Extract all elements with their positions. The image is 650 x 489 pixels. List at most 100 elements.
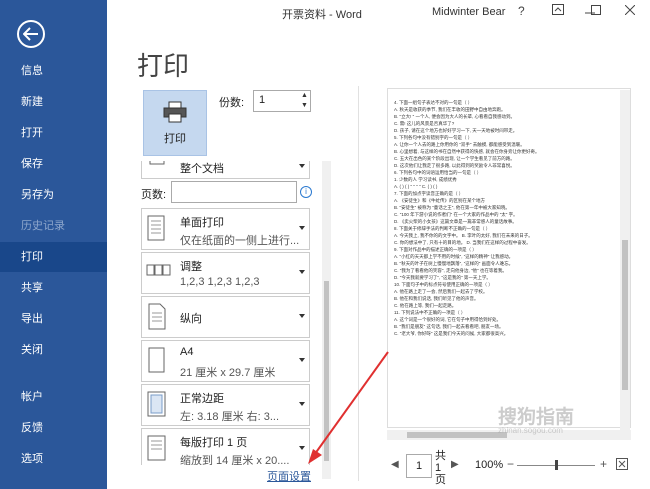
spin-up-icon[interactable]: ▲ <box>299 91 310 101</box>
sides-subtitle: 仅在纸面的一侧上进行... <box>180 235 300 247</box>
nav-item-account[interactable]: 帐户 <box>0 382 107 412</box>
preview-line: D. 这次他们让我走了很多路, 以此得到的奖励令人非常喜悦。 <box>394 163 515 168</box>
prev-page-icon[interactable]: ◀ <box>391 459 399 470</box>
margins-subtitle: 左: 3.18 厘米 右: 3... <box>180 411 280 423</box>
page-title: 打印 <box>137 52 190 82</box>
preview-line: A. ( ) ( ) " " " " C. ( ) ( ) <box>394 184 438 189</box>
zoom-in-icon[interactable]: + <box>600 457 607 471</box>
preview-line: 1. 少数的人 学习读书, 成绩优秀 <box>394 177 457 182</box>
nav-item-options[interactable]: 选项 <box>0 444 107 474</box>
margins-title: 正常边距 <box>180 393 224 405</box>
zoom-level[interactable]: 100% <box>475 459 503 471</box>
collate-title: 调整 <box>180 261 202 273</box>
chevron-down-icon <box>299 402 305 406</box>
pages-label: 页数: <box>141 189 167 201</box>
document-pages-icon <box>146 161 168 182</box>
nav-item-close[interactable]: 关闭 <box>0 335 107 365</box>
print-range-value: 整个文档 <box>180 163 224 175</box>
paper-size-subtitle: 21 厘米 x 29.7 厘米 <box>180 367 276 379</box>
paper-size-dropdown[interactable]: A4 21 厘米 x 29.7 厘米 <box>141 340 310 382</box>
nav-item-save[interactable]: 保存 <box>0 149 107 179</box>
preview-line: D. "今天我就要学习了", "这是我的" 第一天上学。 <box>394 275 491 280</box>
sides-dropdown[interactable]: 单面打印 仅在纸面的一侧上进行... <box>141 208 310 250</box>
paper-size-icon <box>146 347 168 375</box>
back-arrow-icon[interactable] <box>17 20 45 48</box>
nav-item-export[interactable]: 导出 <box>0 304 107 334</box>
paper-size-title: A4 <box>180 346 194 358</box>
page-navigation: ◀ 1 共 1 页 ▶ 100% − + <box>389 450 649 486</box>
print-range-dropdown[interactable]: 整个文档 <box>141 161 310 179</box>
ribbon-display-icon[interactable] <box>552 4 564 18</box>
chevron-down-icon <box>299 270 305 274</box>
preview-hscrollbar-thumb[interactable] <box>407 432 507 438</box>
print-settings-list: 整个文档 单面打印 仅在纸面的一侧上进行... 调整 1,2,3 1,2,3 1… <box>141 161 321 465</box>
zoom-out-icon[interactable]: − <box>507 457 514 471</box>
nav-item-feedback[interactable]: 反馈 <box>0 413 107 443</box>
zoom-slider-thumb[interactable] <box>555 460 558 470</box>
copies-spinner[interactable]: ▲ ▼ <box>299 91 310 111</box>
chevron-down-icon <box>299 358 305 362</box>
chevron-down-icon <box>299 314 305 318</box>
pages-per-sheet-dropdown[interactable]: 每版打印 1 页 缩放到 14 厘米 x 20.... <box>141 428 310 465</box>
preview-text: 4. 下面一组句子表达不对的一句是（ ） A. 秋天是收获的季节, 我们在丰收的田… <box>388 89 630 337</box>
watermark-url: zhinan.sogou.com <box>498 426 563 435</box>
nav-item-print[interactable]: 打印 <box>0 242 107 272</box>
preview-line: C. 需! 这儿的风景是否真华了? <box>394 121 455 126</box>
spin-down-icon[interactable]: ▼ <box>299 101 310 111</box>
preview-line: 5. 下列各句中没有错别字的一句是（ ） <box>394 135 473 140</box>
preview-line: A. 秋天是收获的季节, 我们在丰收的田野中自由地奔跑。 <box>394 107 506 112</box>
nav-item-share[interactable]: 共享 <box>0 273 107 303</box>
preview-line: A. 他在路上走了一会, 然后我们一起去了学校。 <box>394 289 488 294</box>
preview-line: 11. 下列说法中不正确的一项是（ ） <box>394 310 466 315</box>
preview-line: B. "秋天的叶子在树上慢慢地飘落", "这样的" 画面令人难忘。 <box>394 261 514 266</box>
collate-dropdown[interactable]: 调整 1,2,3 1,2,3 1,2,3 <box>141 252 310 294</box>
user-name[interactable]: Midwinter Bear <box>432 6 505 18</box>
print-button-label: 打印 <box>164 132 186 145</box>
preview-line: B. 心里想着, 与这样的书在自然中获得的快感, 就会在你身旁让你更好奇。 <box>394 149 540 154</box>
margins-dropdown[interactable]: 正常边距 左: 3.18 厘米 右: 3... <box>141 384 310 426</box>
pages-per-sheet-title: 每版打印 1 页 <box>180 437 248 449</box>
preview-line: B. "安徒生" 被称为 "童话之王", 他在第一年中被大家知晓。 <box>394 205 510 210</box>
settings-scrollbar-thumb[interactable] <box>324 281 329 461</box>
zoom-to-page-icon[interactable] <box>616 458 628 473</box>
chevron-down-icon <box>299 226 305 230</box>
window-title: 开票资料 - Word <box>282 9 362 21</box>
printer-icon <box>163 101 187 126</box>
preview-line: 9. 下面对作品中的描述正确的一项是（ ） <box>394 247 477 252</box>
pages-input[interactable] <box>171 181 297 203</box>
print-button[interactable]: 打印 <box>143 90 207 156</box>
settings-scrollbar[interactable] <box>322 161 331 479</box>
preview-line: C. 他在路上等, 我们一起走路。 <box>394 303 457 308</box>
chevron-down-icon <box>299 446 305 450</box>
nav-item-info[interactable]: 信息 <box>0 56 107 86</box>
preview-scrollbar[interactable] <box>620 90 630 440</box>
preview-line: A. "小红的天天都上学不用的时候", "这样的精神" 让我感动。 <box>394 254 514 259</box>
watermark: 搜狗指南 <box>498 407 575 428</box>
page-setup-link[interactable]: 页面设置 <box>267 468 311 484</box>
preview-line: D. 孩子, 请在这个地方也好好学习一下, 天一天地被时间带走。 <box>394 128 518 133</box>
preview-line: 8. 下面关于修辞手法的判断不正确的一句是（ ） <box>394 226 491 231</box>
collate-subtitle: 1,2,3 1,2,3 1,2,3 <box>180 276 260 288</box>
preview-line: A. 这个词是一个很好的词, 它在句子中用得恰到好处。 <box>394 317 502 322</box>
preview-page: 4. 下面一组句子表达不对的一句是（ ） A. 秋天是收获的季节, 我们在丰收的田… <box>387 88 631 428</box>
maximize-icon[interactable] <box>591 4 601 18</box>
preview-line: C. 五大在出色的某个阶段出现, 让一个学生看见了前方的路。 <box>394 156 515 161</box>
help-button[interactable]: ? <box>518 4 525 18</box>
nav-item-open[interactable]: 打开 <box>0 118 107 148</box>
print-preview-area: 4. 下面一组句子表达不对的一句是（ ） A. 秋天是收获的季节, 我们在丰收的田… <box>367 26 650 444</box>
orientation-dropdown[interactable]: 纵向 <box>141 296 310 338</box>
chevron-down-icon <box>299 164 305 168</box>
collate-icon <box>146 259 171 287</box>
preview-line: A. 让你一个人去的路上你用你的 "双手" 去触摸, 都能感受到温暖。 <box>394 142 525 147</box>
nav-item-new[interactable]: 新建 <box>0 87 107 117</box>
nav-item-save-as[interactable]: 另存为 <box>0 180 107 210</box>
preview-line: 10. 下面句子中的标点符号使用正确的一项是（ ） <box>394 282 493 287</box>
pages-per-sheet-icon <box>146 435 168 463</box>
next-page-icon[interactable]: ▶ <box>451 459 459 470</box>
info-icon[interactable]: i <box>300 186 312 198</box>
preview-scrollbar-thumb[interactable] <box>622 240 628 390</box>
close-icon[interactable] <box>624 4 636 18</box>
current-page-input[interactable]: 1 <box>406 454 432 478</box>
preview-line: C. "老大爷, 你好呀" 这是我们今天的问候, 大家都很高兴。 <box>394 331 509 336</box>
preview-line: A. 《安徒生》和《牛虻传》的区别在某个地方 <box>394 198 486 203</box>
